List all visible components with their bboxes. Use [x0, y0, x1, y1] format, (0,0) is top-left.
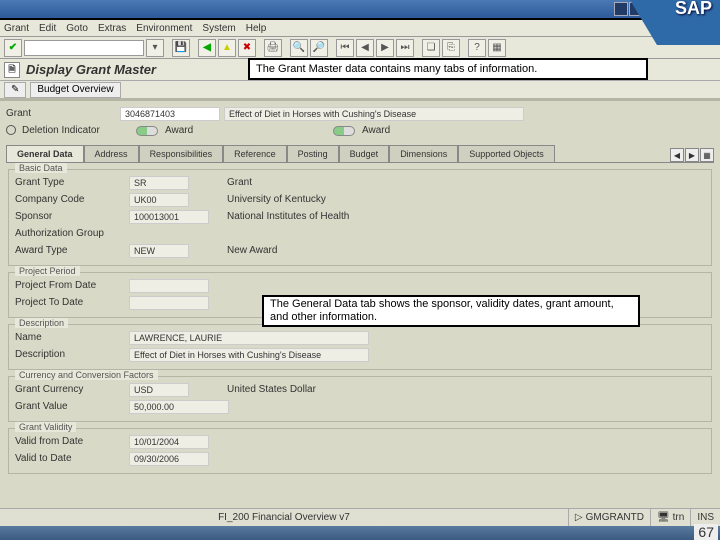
annotation-general-data: The General Data tab shows the sponsor, …: [262, 295, 640, 327]
find-next-icon[interactable]: 🔎: [310, 39, 328, 57]
tabstrip: General Data Address Responsibilities Re…: [6, 145, 714, 163]
grant-label: Grant: [6, 108, 116, 119]
tab-general-data[interactable]: General Data: [6, 145, 84, 162]
menu-help[interactable]: Help: [246, 23, 267, 34]
menu-grant[interactable]: Grant: [4, 23, 29, 34]
tab-address[interactable]: Address: [84, 145, 139, 162]
project-to-field: [129, 296, 209, 310]
tab-list-icon[interactable]: ▦: [700, 148, 714, 162]
tab-budget[interactable]: Budget: [339, 145, 390, 162]
group-description: Description Name LAWRENCE, LAURIE Descri…: [8, 324, 712, 370]
tab-scroll-right-icon[interactable]: ▶: [685, 148, 699, 162]
screen-icon[interactable]: 🗎: [4, 62, 20, 78]
dropdown-icon[interactable]: ▾: [146, 39, 164, 57]
tab-scroll-left-icon[interactable]: ◀: [670, 148, 684, 162]
server-icon: 🖥: [657, 512, 670, 523]
print-icon[interactable]: 🖨: [264, 39, 282, 57]
enter-icon[interactable]: ✔: [4, 39, 22, 57]
valid-from-field: 10/01/2004: [129, 435, 209, 449]
slide-number: 67: [694, 524, 718, 540]
tab-reference[interactable]: Reference: [223, 145, 287, 162]
page-title: Display Grant Master: [26, 62, 156, 77]
award-label-2: Award: [362, 125, 390, 136]
exit-icon[interactable]: ▲: [218, 39, 236, 57]
menu-goto[interactable]: Goto: [66, 23, 88, 34]
group-currency: Currency and Conversion Factors Grant Cu…: [8, 376, 712, 422]
menu-edit[interactable]: Edit: [39, 23, 56, 34]
valid-to-field: 09/30/2006: [129, 452, 209, 466]
window-titlebar: [0, 0, 720, 20]
cancel-icon[interactable]: ✖: [238, 39, 256, 57]
tcode-text: GMGRANTD: [586, 512, 644, 523]
group-basic-data: Basic Data Grant Type SR Grant Company C…: [8, 169, 712, 266]
deletion-radio: [6, 125, 16, 135]
minimize-icon[interactable]: [614, 2, 628, 16]
shortcut-icon[interactable]: ⎘: [442, 39, 460, 57]
standard-toolbar: ✔ ▾ 💾 ◀ ▲ ✖ 🖨 🔍 🔎 ⏮ ◀ ▶ ⏭ ❏ ⎘ ? ▦: [0, 37, 720, 59]
layout-icon[interactable]: ▦: [488, 39, 506, 57]
budget-overview-button[interactable]: Budget Overview: [30, 82, 120, 98]
back-icon[interactable]: ◀: [198, 39, 216, 57]
grant-field[interactable]: 3046871403: [120, 107, 220, 121]
last-page-icon[interactable]: ⏭: [396, 39, 414, 57]
slide-bottom-bar: [0, 526, 720, 540]
find-icon[interactable]: 🔍: [290, 39, 308, 57]
first-page-icon[interactable]: ⏮: [336, 39, 354, 57]
change-display-button[interactable]: ✎: [4, 82, 26, 98]
menu-environment[interactable]: Environment: [136, 23, 192, 34]
help-icon[interactable]: ?: [468, 39, 486, 57]
grant-value-field: 50,000.00: [129, 400, 229, 414]
sap-logo: SAP: [669, 0, 718, 19]
deletion-label: Deletion Indicator: [22, 125, 132, 136]
award-toggle-2: [333, 126, 355, 136]
tab-posting[interactable]: Posting: [287, 145, 339, 162]
new-session-icon[interactable]: ❏: [422, 39, 440, 57]
currency-field: USD: [129, 383, 189, 397]
name-field: LAWRENCE, LAURIE: [129, 331, 369, 345]
menu-extras[interactable]: Extras: [98, 23, 126, 34]
grant-name-field: Effect of Diet in Horses with Cushing's …: [224, 107, 524, 121]
prev-page-icon[interactable]: ◀: [356, 39, 374, 57]
menu-system[interactable]: System: [202, 23, 235, 34]
next-page-icon[interactable]: ▶: [376, 39, 394, 57]
statusbar: FI_200 Financial Overview v7 ▷GMGRANTD 🖥…: [0, 508, 720, 526]
group-validity: Grant Validity Valid from Date 10/01/200…: [8, 428, 712, 474]
footer-center: FI_200 Financial Overview v7: [0, 512, 568, 523]
save-icon[interactable]: 💾: [172, 39, 190, 57]
screen-body: Grant 3046871403 Effect of Diet in Horse…: [0, 101, 720, 480]
tab-dimensions[interactable]: Dimensions: [389, 145, 458, 162]
award-toggle-1: [136, 126, 158, 136]
description-field: Effect of Diet in Horses with Cushing's …: [129, 348, 369, 362]
dropdown-icon[interactable]: ▷: [575, 512, 583, 523]
app-toolbar: ✎ Budget Overview: [0, 81, 720, 101]
project-from-field: [129, 279, 209, 293]
award-label-1: Award: [165, 125, 225, 136]
sponsor-field: 100013001: [129, 210, 209, 224]
grant-type-field: SR: [129, 176, 189, 190]
tab-responsibilities[interactable]: Responsibilities: [139, 145, 224, 162]
command-field[interactable]: [24, 40, 144, 56]
menubar: Grant Edit Goto Extras Environment Syste…: [0, 20, 720, 37]
company-code-field: UK00: [129, 193, 189, 207]
award-type-field: NEW: [129, 244, 189, 258]
annotation-tabs: The Grant Master data contains many tabs…: [248, 58, 648, 80]
tab-supported-objects[interactable]: Supported Objects: [458, 145, 555, 162]
